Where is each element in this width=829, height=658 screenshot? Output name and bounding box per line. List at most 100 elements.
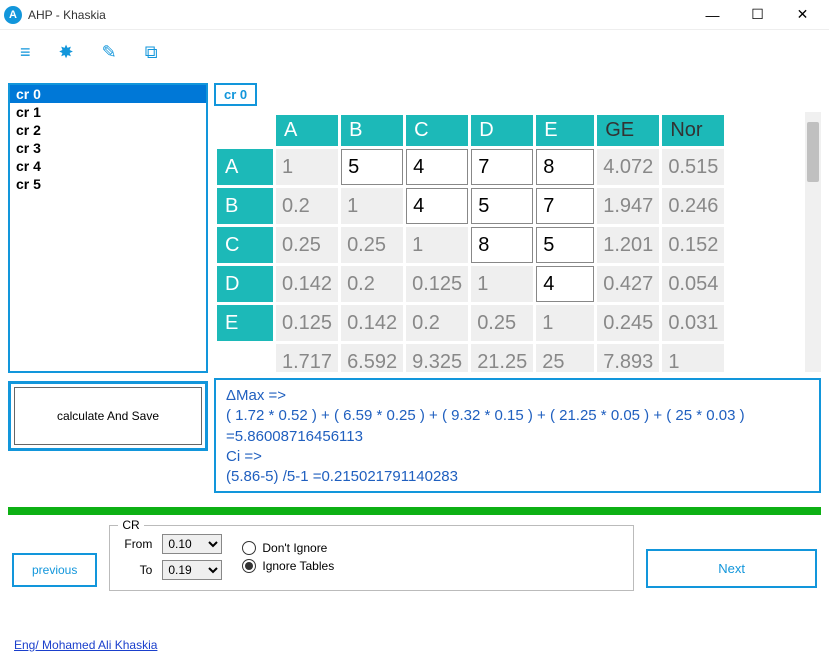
to-select[interactable]: 0.19 xyxy=(162,560,222,580)
row-header: E xyxy=(217,305,273,341)
to-label: To xyxy=(124,563,152,577)
previous-button[interactable]: previous xyxy=(12,553,97,587)
matrix-cell[interactable]: 4 xyxy=(536,266,594,302)
matrix-cell: 0.515 xyxy=(662,149,724,185)
matrix-cell[interactable]: 4 xyxy=(406,188,468,224)
new-icon[interactable]: ✸ xyxy=(59,42,74,63)
matrix-cell: 1 xyxy=(406,227,468,263)
matrix-cell[interactable]: 5 xyxy=(471,188,533,224)
left-panel: cr 0cr 1cr 2cr 3cr 4cr 5 calculate And S… xyxy=(8,83,208,493)
matrix-cell: 0.245 xyxy=(597,305,659,341)
matrix-footer-cell: 1 xyxy=(662,344,724,372)
matrix-cell[interactable]: 4 xyxy=(406,149,468,185)
matrix-cell[interactable]: 8 xyxy=(536,149,594,185)
criteria-item[interactable]: cr 4 xyxy=(10,157,206,175)
cr-legend: CR xyxy=(118,518,143,532)
output-line: Ci => xyxy=(226,447,809,467)
output-line: ΔMax => xyxy=(226,386,809,406)
criteria-item[interactable]: cr 3 xyxy=(10,139,206,157)
col-header: E xyxy=(536,115,594,146)
matrix-footer-cell: 21.25 xyxy=(471,344,533,372)
maximize-button[interactable]: ☐ xyxy=(735,0,780,30)
window-title: AHP - Khaskia xyxy=(28,8,106,22)
radio-icon xyxy=(242,559,256,573)
criteria-item[interactable]: cr 2 xyxy=(10,121,206,139)
criteria-item[interactable]: cr 5 xyxy=(10,175,206,193)
radio-icon xyxy=(242,541,256,555)
matrix-cell: 0.152 xyxy=(662,227,724,263)
matrix-cell: 1.201 xyxy=(597,227,659,263)
export-icon[interactable]: ⧉ xyxy=(145,42,158,63)
matrix-cell: 1 xyxy=(536,305,594,341)
comparison-matrix: ABCDEGENorA154784.0720.515B0.214571.9470… xyxy=(214,112,727,372)
col-header: C xyxy=(406,115,468,146)
ignore-radio-group: Don't Ignore Ignore Tables xyxy=(242,541,334,573)
app-icon: A xyxy=(4,6,22,24)
matrix-cell: 0.2 xyxy=(276,188,338,224)
matrix-cell: 0.2 xyxy=(341,266,403,302)
matrix-cell: 0.031 xyxy=(662,305,724,341)
vertical-scrollbar[interactable] xyxy=(805,112,821,372)
output-line: (5.86-5) /5-1 =0.215021791140283 xyxy=(226,467,809,487)
col-header: D xyxy=(471,115,533,146)
matrix-cell[interactable]: 7 xyxy=(536,188,594,224)
from-select[interactable]: 0.10 xyxy=(162,534,222,554)
matrix-footer-cell: 25 xyxy=(536,344,594,372)
matrix-cell: 0.25 xyxy=(471,305,533,341)
criteria-list[interactable]: cr 0cr 1cr 2cr 3cr 4cr 5 xyxy=(8,83,208,373)
matrix-cell[interactable]: 7 xyxy=(471,149,533,185)
matrix-cell: 0.2 xyxy=(406,305,468,341)
matrix-wrap: ABCDEGENorA154784.0720.515B0.214571.9470… xyxy=(214,112,821,372)
edit-icon[interactable]: ✎ xyxy=(102,42,117,63)
matrix-cell: 0.125 xyxy=(276,305,338,341)
matrix-cell: 0.427 xyxy=(597,266,659,302)
titlebar: A AHP - Khaskia — ☐ ✕ xyxy=(0,0,829,30)
matrix-footer-cell: 9.325 xyxy=(406,344,468,372)
separator-bar xyxy=(8,507,821,515)
criteria-item[interactable]: cr 0 xyxy=(10,85,206,103)
matrix-cell: 4.072 xyxy=(597,149,659,185)
matrix-cell: 1 xyxy=(471,266,533,302)
next-button[interactable]: Next xyxy=(646,549,817,588)
criteria-item[interactable]: cr 1 xyxy=(10,103,206,121)
output-line: ( 1.72 * 0.52 ) + ( 6.59 * 0.25 ) + ( 9.… xyxy=(226,406,809,447)
scrollbar-thumb[interactable] xyxy=(807,122,819,182)
matrix-cell: 0.246 xyxy=(662,188,724,224)
row-header: D xyxy=(217,266,273,302)
cr-group: CR From 0.10 To 0.19 Don't Ignore Ignore… xyxy=(109,525,634,591)
minimize-button[interactable]: — xyxy=(690,0,735,30)
cr-fields: From 0.10 To 0.19 xyxy=(124,534,222,580)
bottom-area: previous CR From 0.10 To 0.19 Don't Igno… xyxy=(0,521,829,595)
col-header: A xyxy=(276,115,338,146)
radio-ignore-tables[interactable]: Ignore Tables xyxy=(242,559,334,573)
matrix-footer-cell: 7.893 xyxy=(597,344,659,372)
matrix-cell: 0.142 xyxy=(276,266,338,302)
matrix-cell[interactable]: 8 xyxy=(471,227,533,263)
right-panel: cr 0 ABCDEGENorA154784.0720.515B0.214571… xyxy=(214,83,821,493)
matrix-cell: 1.947 xyxy=(597,188,659,224)
col-header: GE xyxy=(597,115,659,146)
matrix-cell: 1 xyxy=(276,149,338,185)
calculate-button[interactable]: calculate And Save xyxy=(14,387,202,445)
matrix-cell: 0.25 xyxy=(341,227,403,263)
matrix-cell: 0.125 xyxy=(406,266,468,302)
matrix-scroll[interactable]: ABCDEGENorA154784.0720.515B0.214571.9470… xyxy=(214,112,805,372)
window-controls: — ☐ ✕ xyxy=(690,0,825,30)
output-line: cr => xyxy=(226,487,809,493)
close-button[interactable]: ✕ xyxy=(780,0,825,30)
matrix-cell: 0.054 xyxy=(662,266,724,302)
footer-link[interactable]: Eng/ Mohamed Ali Khaskia xyxy=(14,638,157,652)
matrix-footer-cell: 1.717 xyxy=(276,344,338,372)
matrix-cell: 0.142 xyxy=(341,305,403,341)
calculation-output: ΔMax => ( 1.72 * 0.52 ) + ( 6.59 * 0.25 … xyxy=(214,378,821,493)
row-header: C xyxy=(217,227,273,263)
matrix-cell[interactable]: 5 xyxy=(341,149,403,185)
main-area: cr 0cr 1cr 2cr 3cr 4cr 5 calculate And S… xyxy=(0,75,829,501)
from-label: From xyxy=(124,537,152,551)
matrix-footer-cell: 6.592 xyxy=(341,344,403,372)
menu-icon[interactable]: ≡ xyxy=(20,42,31,63)
current-cr-tag: cr 0 xyxy=(214,83,257,106)
radio-dont-ignore[interactable]: Don't Ignore xyxy=(242,541,334,555)
row-header: A xyxy=(217,149,273,185)
matrix-cell[interactable]: 5 xyxy=(536,227,594,263)
